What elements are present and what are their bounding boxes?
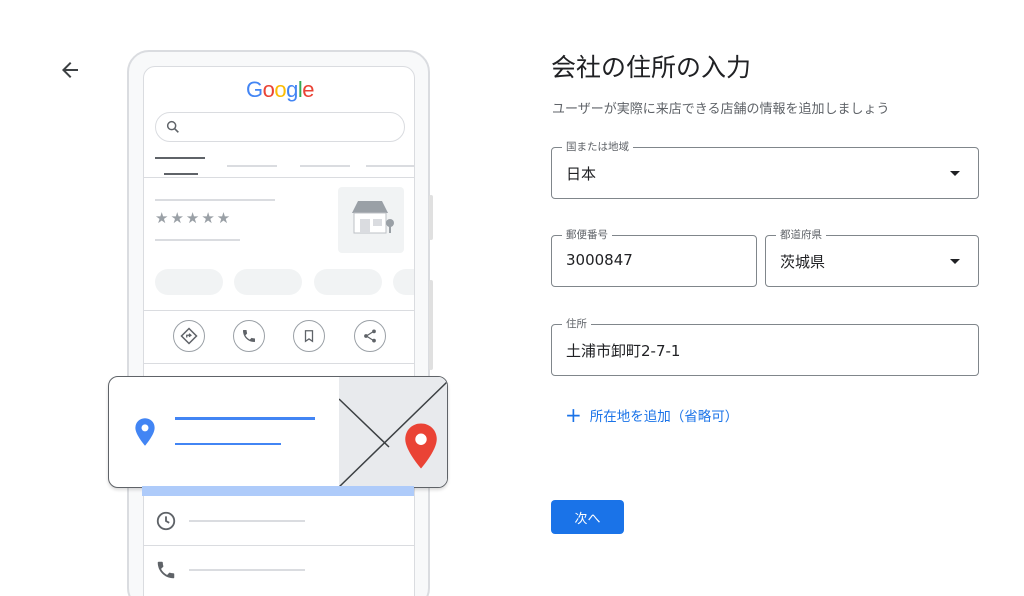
tab-line: [164, 173, 198, 175]
text-placeholder-line: [189, 569, 305, 571]
country-value: 日本: [566, 165, 597, 183]
clock-icon: [156, 511, 176, 531]
phone-icon: [233, 320, 265, 352]
address-value: 土浦市卸町2-7-1: [566, 342, 681, 360]
text-placeholder-line: [155, 239, 240, 241]
divider: [144, 545, 414, 546]
text-placeholder-line: [175, 417, 315, 420]
postal-code-field[interactable]: 郵便番号 3000847: [551, 228, 757, 287]
prefecture-value: 茨城県: [780, 253, 826, 271]
chip-placeholder: [393, 269, 414, 295]
directions-icon: [173, 320, 205, 352]
plus-icon: +: [565, 403, 582, 427]
text-placeholder-line: [155, 199, 275, 201]
divider: [144, 310, 414, 311]
logo-letter: o: [274, 77, 287, 102]
add-address-line-link[interactable]: + 所在地を追加（省略可）: [565, 405, 738, 425]
phone-side-button: [429, 195, 433, 240]
address-field[interactable]: 住所 土浦市卸町2-7-1: [551, 317, 979, 376]
tab-line: [227, 165, 277, 167]
phone-icon: [157, 561, 175, 579]
divider: [144, 363, 414, 364]
page-title: 会社の住所の入力: [551, 53, 752, 82]
search-bar-illustration: [155, 112, 405, 142]
address-card-illustration: [108, 376, 448, 488]
chip-placeholder: [234, 269, 302, 295]
location-pin-icon: [135, 418, 155, 446]
mini-map: [338, 377, 447, 487]
postal-code-label: 郵便番号: [562, 228, 612, 242]
phone-illustration: Google ★★★★★: [0, 0, 470, 596]
tab-line: [300, 165, 350, 167]
dropdown-arrow-icon: [950, 259, 960, 264]
postal-code-value: 3000847: [566, 251, 633, 269]
text-placeholder-line: [189, 520, 305, 522]
dropdown-arrow-icon: [950, 171, 960, 176]
phone-screen: Google ★★★★★: [143, 66, 415, 596]
prefecture-label: 都道府県: [776, 228, 826, 242]
country-select[interactable]: 国または地域 日本: [551, 140, 979, 199]
search-icon: [166, 120, 179, 133]
tab-line: [155, 157, 205, 159]
logo-letter: e: [302, 77, 314, 102]
divider: [144, 177, 414, 178]
logo-letter: g: [286, 77, 298, 102]
address-label: 住所: [562, 317, 591, 331]
text-placeholder-line: [175, 443, 281, 445]
chip-placeholder: [155, 269, 223, 295]
chip-placeholder: [314, 269, 382, 295]
add-address-line-label: 所在地を追加（省略可）: [589, 409, 739, 425]
prefecture-select[interactable]: 都道府県 茨城県: [765, 228, 979, 287]
share-icon: [354, 320, 386, 352]
next-button[interactable]: 次へ: [551, 500, 624, 534]
map-pin-icon: [405, 423, 437, 469]
country-label: 国または地域: [562, 140, 633, 154]
logo-letter: o: [262, 77, 275, 102]
bookmark-icon: [293, 320, 325, 352]
page-subtitle: ユーザーが実際に来店できる店舗の情報を追加しましょう: [552, 102, 890, 117]
highlight-bar: [142, 486, 414, 496]
storefront-icon: [338, 187, 404, 253]
logo-letter: G: [245, 77, 263, 102]
phone-side-button: [429, 280, 433, 370]
rating-stars: ★★★★★: [155, 209, 233, 227]
tab-line: [366, 165, 414, 167]
google-logo: Google: [144, 77, 414, 103]
